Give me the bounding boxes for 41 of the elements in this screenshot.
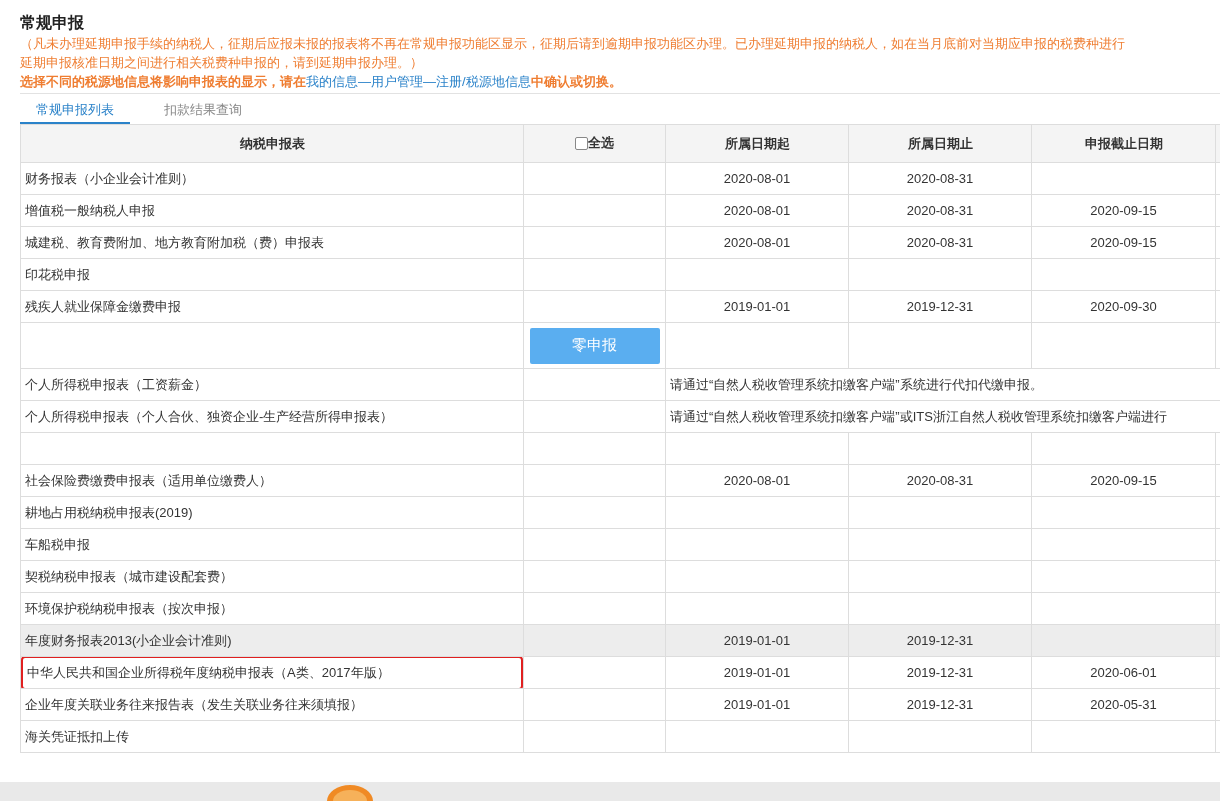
hint-text: 中确认或切换。 [530, 74, 622, 89]
date-text: 2020-08-31 [906, 473, 974, 488]
date-text: 2020-09-15 [1090, 235, 1157, 250]
date-text: 2019-12-31 [906, 697, 974, 712]
select-all-checkbox[interactable] [575, 136, 588, 150]
date-text: 2020-08-31 [906, 171, 974, 186]
notice-text: 请通过“自然人税收管理系统扣缴客户端”系统进行代扣代缴申报。 [670, 376, 1043, 392]
column-header: 申报截止日期 [1084, 135, 1163, 151]
date-text: 2020-08-31 [906, 203, 974, 218]
date-text: 2019-01-01 [723, 299, 791, 314]
date-text: 2020-09-15 [1090, 203, 1157, 218]
date-text: 2019-12-31 [906, 633, 974, 648]
notice-text: 延期申报核准日期之间进行相关税费种申报的，请到延期申报办理。） [20, 54, 424, 72]
column-header: 所属日期起 [724, 135, 790, 151]
date-text: 2020-09-30 [1090, 299, 1157, 314]
notice-text: （凡未办理延期申报手续的纳税人，征期后应报未报的报表将不再在常规申报功能区显示，征期后请到逾期申报功能区办理。已办理延期申报的纳税人，如在当月底前对当期应申报的税费种进行 [20, 35, 1126, 53]
form-name[interactable]: 海关凭证抵扣上传 [25, 721, 129, 752]
form-name[interactable]: 印花税申报 [25, 259, 90, 290]
date-text: 2020-08-01 [723, 235, 791, 250]
date-text: 2020-08-01 [723, 203, 791, 218]
date-text: 2019-12-31 [906, 299, 974, 314]
column-header: 纳税申报表 [239, 135, 305, 151]
date-text: 2020-09-15 [1090, 473, 1157, 488]
info-link[interactable]: 我的信息—用户管理—注册/税源地信息 [306, 74, 531, 89]
column-header: 全选 [588, 134, 614, 153]
tab[interactable]: 扣款结果查询 [148, 94, 258, 124]
date-text: 2020-08-01 [723, 473, 791, 488]
date-text: 2019-12-31 [906, 665, 974, 680]
form-name[interactable]: 车船税申报 [25, 529, 90, 560]
date-text: 2020-08-31 [906, 235, 974, 250]
column-header: 所属日期止 [907, 135, 973, 151]
notice-text: 请通过“自然人税收管理系统扣缴客户端”或ITS浙江自然人税收管理系统扣缴客户端进行 [670, 408, 1167, 424]
date-text: 2019-01-01 [723, 633, 791, 648]
date-text: 2019-01-01 [723, 665, 791, 680]
page-title: 常规申报 [20, 13, 85, 33]
date-text: 2019-01-01 [723, 697, 791, 712]
date-text: 2020-08-01 [723, 171, 791, 186]
date-text: 2020-06-01 [1090, 665, 1157, 680]
date-text: 2020-05-31 [1090, 697, 1157, 712]
emblem-icon [325, 783, 375, 801]
hint-text: 选择不同的税源地信息将影响申报表的显示，请在 [20, 74, 306, 89]
